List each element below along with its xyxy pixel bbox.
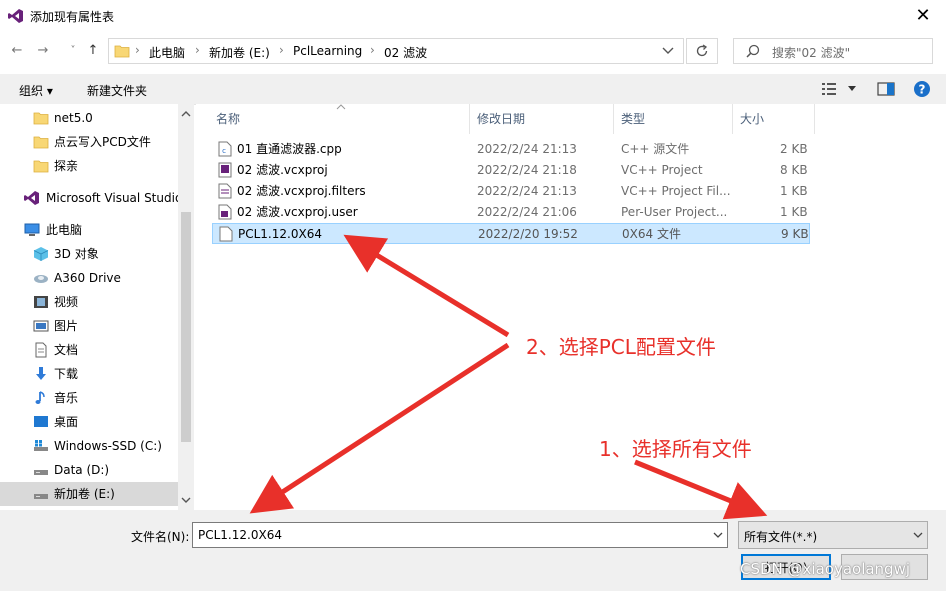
annotation-arrow	[634, 459, 768, 520]
watermark: CSDN @xiaoyaolangwj	[740, 560, 911, 578]
annotation-arrow	[343, 234, 510, 338]
annotation-step1: 1、选择所有文件	[599, 437, 752, 461]
annotation-step2: 2、选择PCL配置文件	[526, 335, 716, 359]
annotation-overlay	[249, 234, 768, 520]
annotation-arrow	[249, 342, 510, 514]
